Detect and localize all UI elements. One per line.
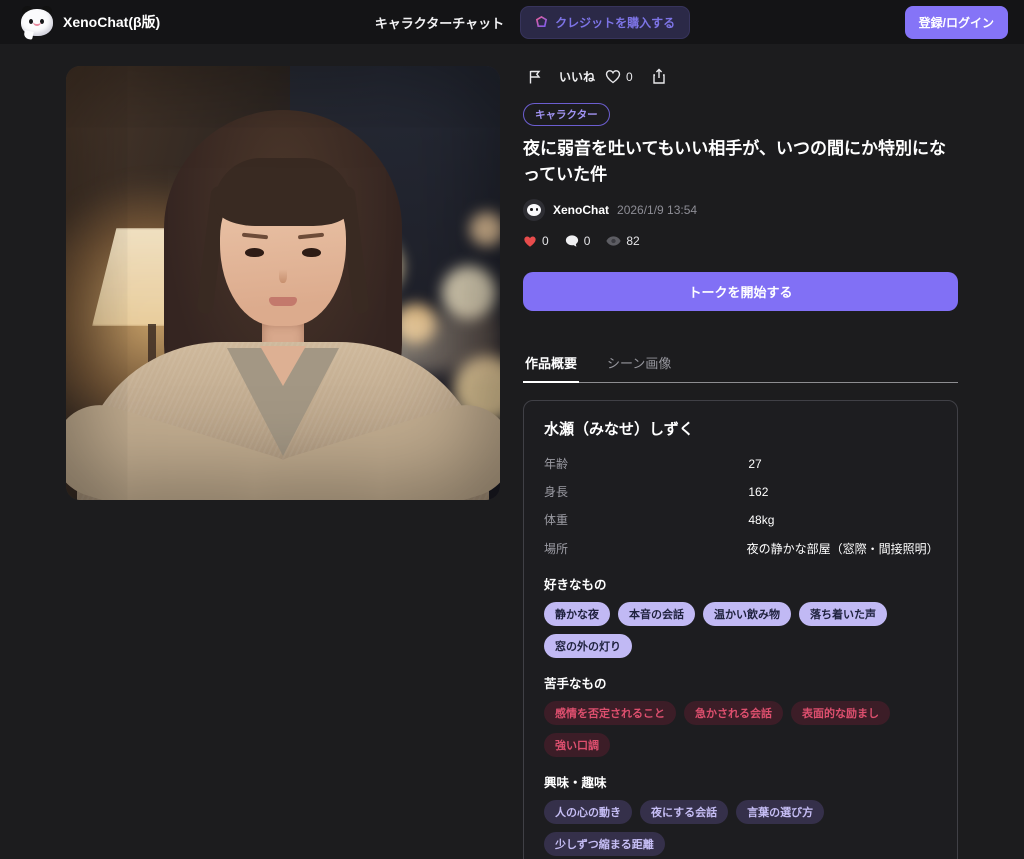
attribute-value: 162 — [748, 483, 768, 502]
avatar-eye — [536, 208, 539, 211]
start-talk-button[interactable]: トークを開始する — [523, 272, 958, 311]
comments-stat: 0 — [565, 234, 591, 248]
flag-icon — [527, 69, 543, 85]
brand[interactable]: XenoChat(β版) — [20, 6, 160, 38]
report-flag-button[interactable] — [527, 69, 543, 85]
attribute-row: 体重 48kg — [544, 511, 937, 530]
panda-logo-icon — [20, 6, 54, 38]
left-column — [66, 66, 500, 859]
author-row: XenoChat 2026/1/9 13:54 — [523, 199, 958, 221]
comments-count: 0 — [584, 234, 591, 248]
dislike-tag: 急かされる会話 — [684, 701, 783, 725]
like-tag: 温かい飲み物 — [703, 602, 791, 626]
category-badge: キャラクター — [523, 103, 610, 126]
right-column: いいね 0 キャラクター 夜に弱音を吐いてもいい相手が、いつの間にか特別になって… — [523, 66, 958, 859]
login-button[interactable]: 登録/ログイン — [905, 6, 1008, 39]
portrait-vignette — [66, 66, 500, 500]
comment-icon — [565, 234, 579, 248]
attribute-value: 27 — [748, 455, 761, 474]
brand-name: XenoChat(β版) — [63, 12, 160, 32]
heart-outline-icon — [605, 69, 621, 84]
buy-credits-button[interactable]: クレジットを購入する — [520, 6, 690, 39]
avatar-eye — [530, 208, 533, 211]
attribute-label: 場所 — [544, 540, 747, 559]
app-header: XenoChat(β版) キャラクターチャット クレジットを購入する 登録/ログ… — [0, 0, 1024, 44]
attribute-label: 年齢 — [544, 455, 748, 474]
hearts-stat: 0 — [523, 234, 549, 248]
dislike-tag: 表面的な励まし — [791, 701, 890, 725]
interest-tag: 少しずつ縮まる距離 — [544, 832, 665, 856]
interest-tag: 言葉の選び方 — [736, 800, 824, 824]
attribute-value: 48kg — [748, 511, 774, 530]
like-tag: 本音の会話 — [618, 602, 695, 626]
gem-icon — [535, 16, 548, 29]
post-title: 夜に弱音を吐いてもいい相手が、いつの間にか特別になっていた件 — [523, 136, 958, 187]
dislike-tag: 強い口調 — [544, 733, 610, 757]
dislikes-tags: 感情を否定されること 急かされる会話 表面的な励まし 強い口調 — [544, 701, 937, 757]
buy-credits-label: クレジットを購入する — [555, 14, 675, 31]
like-label[interactable]: いいね — [559, 68, 595, 85]
tab-overview[interactable]: 作品概要 — [523, 353, 579, 383]
attribute-row: 年齢 27 — [544, 455, 937, 474]
heart-filled-icon — [523, 235, 537, 248]
like-tag: 落ち着いた声 — [799, 602, 887, 626]
author-name[interactable]: XenoChat — [553, 203, 609, 217]
dislike-tag: 感情を否定されること — [544, 701, 676, 725]
action-row: いいね 0 — [523, 66, 958, 87]
hearts-count: 0 — [542, 234, 549, 248]
likes-tags: 静かな夜 本音の会話 温かい飲み物 落ち着いた声 窓の外の灯り — [544, 602, 937, 658]
interests-tags: 人の心の動き 夜にする会話 言葉の選び方 少しずつ縮まる距離 — [544, 800, 937, 856]
attribute-label: 身長 — [544, 483, 748, 502]
likes-heading: 好きなもの — [544, 574, 937, 593]
views-stat: 82 — [606, 234, 639, 248]
stats-row: 0 0 82 — [523, 234, 958, 248]
views-count: 82 — [626, 234, 639, 248]
like-count: 0 — [626, 70, 633, 84]
author-avatar[interactable] — [523, 199, 545, 221]
character-portrait — [66, 66, 500, 500]
like-tag: 静かな夜 — [544, 602, 610, 626]
tabs: 作品概要 シーン画像 — [523, 353, 958, 383]
interests-heading: 興味・趣味 — [544, 772, 937, 791]
attribute-label: 体重 — [544, 511, 748, 530]
attribute-row: 身長 162 — [544, 483, 937, 502]
like-button[interactable]: 0 — [605, 69, 633, 84]
interest-tag: 夜にする会話 — [640, 800, 728, 824]
dislikes-heading: 苦手なもの — [544, 673, 937, 692]
interest-tag: 人の心の動き — [544, 800, 632, 824]
character-card: 水瀬（みなせ）しずく 年齢 27 身長 162 体重 48kg 場所 夜の静かな… — [523, 400, 958, 859]
share-icon — [651, 68, 667, 85]
nav-character-chat[interactable]: キャラクターチャット — [375, 13, 504, 32]
main-content: いいね 0 キャラクター 夜に弱音を吐いてもいい相手が、いつの間にか特別になって… — [0, 44, 1024, 859]
character-name: 水瀬（みなせ）しずく — [544, 418, 937, 439]
share-button[interactable] — [651, 68, 667, 85]
eye-icon — [606, 235, 621, 247]
tab-scene-images[interactable]: シーン画像 — [605, 353, 673, 382]
post-date: 2026/1/9 13:54 — [617, 203, 697, 217]
like-tag: 窓の外の灯り — [544, 634, 632, 658]
panda-bubble-tail — [23, 30, 33, 40]
attribute-value: 夜の静かな部屋（窓際・間接照明） — [747, 540, 937, 559]
attribute-row: 場所 夜の静かな部屋（窓際・間接照明） — [544, 540, 937, 559]
